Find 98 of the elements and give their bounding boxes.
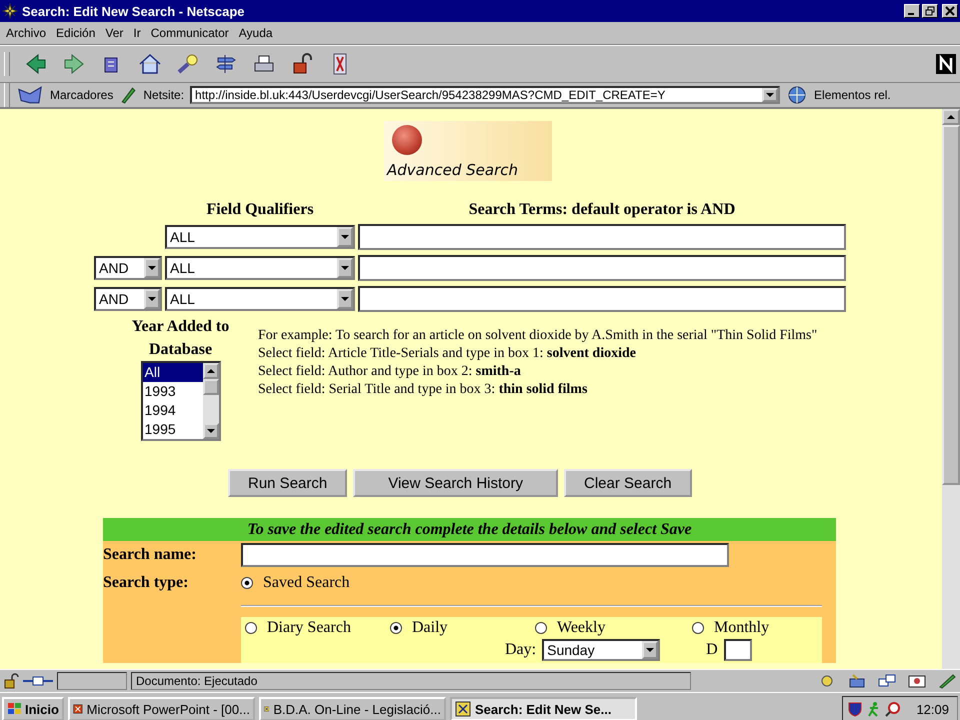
- year-option[interactable]: All: [142, 363, 202, 382]
- operator-dropdown[interactable]: AND: [94, 256, 162, 280]
- down-arrow-icon[interactable]: [341, 235, 349, 239]
- example-text: For example: To search for an article on solvent dioxide by A.Smith in the serial "Thin Solid Films": [258, 327, 818, 345]
- column-heading: Search Terms: default operator is AND: [468, 201, 736, 219]
- radio-button[interactable]: [390, 622, 402, 634]
- radio-button[interactable]: [241, 577, 253, 589]
- start-button[interactable]: Inicio: [2, 697, 64, 720]
- sphere-icon: [392, 125, 422, 155]
- form-button[interactable]: Run Search: [228, 469, 348, 497]
- taskbar-button[interactable]: Microsoft PowerPoint - [00...: [68, 697, 255, 720]
- bookmarks-button[interactable]: Marcadores: [50, 88, 114, 102]
- example-text: Select field: Serial Title and type in box 3: thin solid films: [258, 381, 588, 399]
- minimize-button[interactable]: [904, 4, 920, 18]
- n-logo-icon: [936, 54, 956, 74]
- radio-label: Daily: [412, 619, 448, 637]
- up-arrow-icon[interactable]: [206, 369, 214, 373]
- menu-item[interactable]: Ir: [133, 26, 141, 40]
- scroll-thumb[interactable]: [202, 379, 218, 395]
- taskbar-button[interactable]: B.D.A. On-Line - Legislació...: [258, 697, 446, 720]
- down-arrow-icon[interactable]: [646, 648, 654, 652]
- back-arrow-icon[interactable]: [24, 52, 48, 76]
- signpost-icon[interactable]: [214, 52, 238, 76]
- windows-logo-icon[interactable]: [7, 701, 23, 717]
- search-type-label: Search type:: [103, 574, 190, 592]
- radio-button[interactable]: [692, 622, 704, 634]
- save-banner: To save the edited search complete the details below and select Save: [103, 518, 836, 541]
- chat-icon[interactable]: [877, 673, 897, 689]
- year-listbox[interactable]: All 1993 1994 1995: [140, 361, 220, 441]
- date-field[interactable]: [724, 639, 752, 661]
- menu-item[interactable]: Edición: [56, 26, 96, 40]
- window-title: Search: Edit New Search - Netscape: [22, 4, 245, 18]
- search-icon[interactable]: [176, 52, 200, 76]
- down-arrow-icon[interactable]: [148, 297, 156, 301]
- radio-label: Monthly: [714, 619, 770, 637]
- column-heading: Field Qualifiers: [205, 201, 315, 219]
- year-option[interactable]: 1995: [142, 420, 202, 439]
- date-label: D: [706, 641, 718, 659]
- qualifier-dropdown[interactable]: ALL: [165, 256, 355, 280]
- search-name-label: Search name:: [103, 546, 198, 564]
- clock: 12:09: [916, 702, 949, 716]
- close-icon[interactable]: [945, 6, 955, 16]
- url-field[interactable]: http://inside.bl.uk:443/Userdevcgi/UserSearch/954238299MAS?CMD_EDIT_CREATE=Y: [190, 86, 780, 104]
- padlock-icon: [3, 673, 19, 689]
- menu-item[interactable]: Archivo: [6, 26, 46, 40]
- forward-arrow-icon[interactable]: [62, 52, 86, 76]
- bookmark-icon[interactable]: [16, 85, 44, 105]
- down-arrow-icon[interactable]: [206, 429, 214, 433]
- radio-label: Diary Search: [267, 619, 351, 637]
- scroll-thumb[interactable]: [942, 125, 960, 485]
- radio-label: Weekly: [557, 619, 606, 637]
- search-term-field[interactable]: [358, 255, 846, 281]
- restore-icon[interactable]: [925, 6, 935, 16]
- search-term-field[interactable]: [358, 286, 846, 312]
- qualifier-dropdown[interactable]: ALL: [165, 225, 355, 249]
- year-option[interactable]: 1993: [142, 382, 202, 401]
- logo-caption: Advanced Search: [385, 161, 519, 181]
- down-arrow-icon[interactable]: [148, 266, 156, 270]
- operator-dropdown[interactable]: AND: [94, 287, 162, 311]
- menu-item[interactable]: Ayuda: [238, 26, 273, 40]
- menu-item[interactable]: Ver: [105, 26, 124, 40]
- form-button[interactable]: Clear Search: [564, 469, 692, 497]
- globe-icon[interactable]: [786, 85, 808, 105]
- progress-panel: [57, 672, 127, 690]
- up-arrow-icon[interactable]: [947, 115, 955, 119]
- day-label: Day:: [505, 641, 536, 659]
- status-text: Documento: Ejecutado: [131, 672, 691, 690]
- pen-icon[interactable]: [937, 673, 957, 689]
- radio-button[interactable]: [245, 622, 257, 634]
- qualifier-dropdown[interactable]: ALL: [165, 287, 355, 311]
- year-option[interactable]: 1994: [142, 401, 202, 420]
- radio-button[interactable]: [535, 622, 547, 634]
- year-label: Year Added to Database: [130, 317, 230, 360]
- down-arrow-icon[interactable]: [766, 93, 774, 97]
- down-arrow-icon[interactable]: [341, 297, 349, 301]
- radio-label: Saved Search: [263, 574, 350, 592]
- netsite-label: Netsite:: [143, 88, 184, 102]
- address-card-icon[interactable]: [907, 673, 927, 689]
- app-icon[interactable]: [454, 701, 471, 717]
- search-name-field[interactable]: [241, 543, 729, 567]
- pen-icon: [119, 86, 138, 104]
- taskbar-button[interactable]: Search: Edit New Se...: [450, 697, 637, 720]
- down-arrow-icon[interactable]: [341, 266, 349, 270]
- search-term-field[interactable]: [358, 224, 846, 250]
- netscape-icon: [2, 3, 18, 19]
- menu-item[interactable]: Communicator: [150, 26, 229, 40]
- example-text: Select field: Author and type in box 2: smith-a: [258, 363, 522, 381]
- restore-button[interactable]: [922, 4, 938, 18]
- form-button[interactable]: View Search History: [353, 469, 558, 497]
- related-links-button[interactable]: Elementos rel.: [814, 88, 891, 102]
- magnifier-icon[interactable]: [885, 701, 902, 717]
- close-button[interactable]: [942, 4, 958, 18]
- day-dropdown[interactable]: Sunday: [542, 639, 660, 661]
- shield-icon[interactable]: [847, 701, 864, 717]
- home-icon[interactable]: [138, 52, 162, 76]
- example-text: Select field: Article Title-Serials and type in box 1: solvent dioxide: [258, 345, 637, 363]
- plug-icon: [23, 675, 53, 687]
- mailbox-icon[interactable]: [847, 673, 867, 689]
